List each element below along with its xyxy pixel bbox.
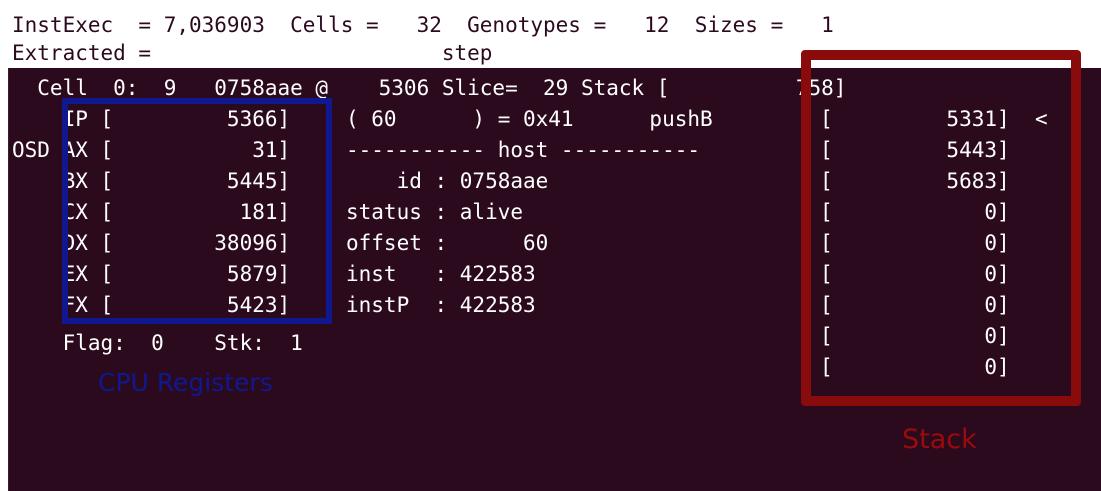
flag-line: Flag: 0 Stk: 1: [12, 331, 303, 355]
middle-line: instP : 422583: [346, 293, 536, 317]
stack-highlight-box: [801, 50, 1081, 406]
cpu-registers-label: CPU Registers: [98, 368, 273, 397]
middle-line: offset : 60: [346, 231, 549, 255]
middle-line: ( 60 ) = 0x41 pushB: [346, 107, 738, 131]
header-line-2: Extracted = step: [12, 41, 493, 65]
middle-line: ----------- host -----------: [346, 138, 701, 162]
stack-label: Stack: [902, 424, 977, 455]
middle-line: inst : 422583: [346, 262, 536, 286]
header-line-1: InstExec = 7,036903 Cells = 32 Genotypes…: [12, 13, 834, 37]
middle-line: status : alive: [346, 200, 524, 224]
cpu-registers-highlight-box: [62, 98, 332, 324]
screenshot-frame: InstExec = 7,036903 Cells = 32 Genotypes…: [0, 0, 1101, 491]
middle-line: id : 0758aae: [346, 169, 549, 193]
